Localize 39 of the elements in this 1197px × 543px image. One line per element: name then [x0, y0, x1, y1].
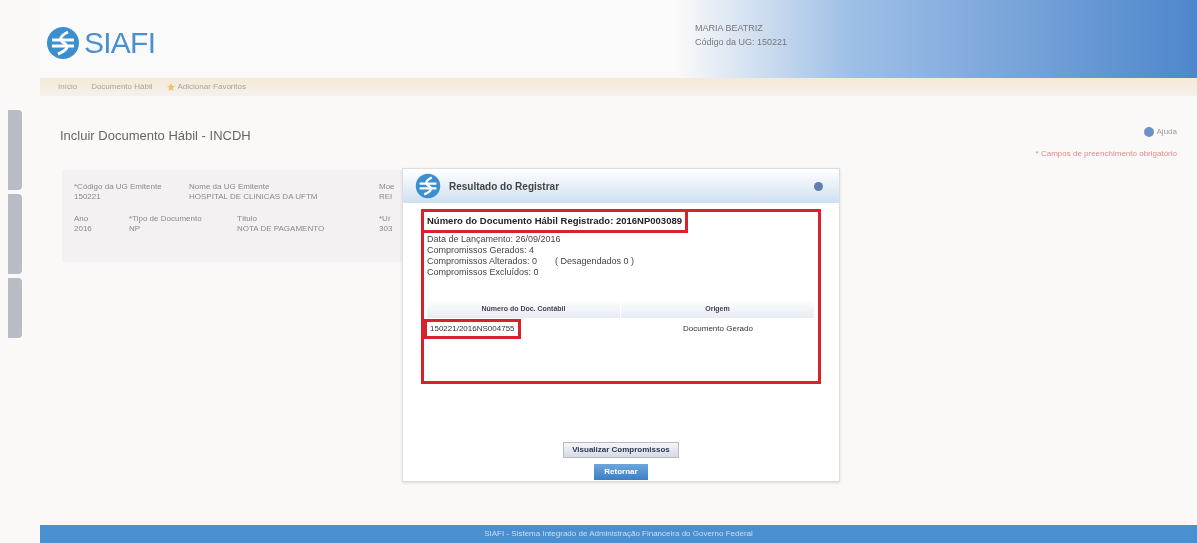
dialog-title: Resultado do Registrar [449, 179, 560, 194]
field-label: *Código da UG Emitente [74, 182, 163, 192]
help-link[interactable]: Ajuda [1143, 126, 1177, 138]
field-label: Título [237, 214, 258, 224]
side-tab[interactable] [8, 278, 22, 338]
breadcrumb-link[interactable]: Adicionar Favoritos [166, 81, 246, 93]
detail-text: Compromissos Alterados: 0 [427, 256, 538, 268]
side-tab[interactable] [8, 194, 22, 274]
logo-text: SIAFI [84, 25, 156, 61]
field-value: REI [379, 192, 394, 202]
dialog-button[interactable]: Visualizar Compromissos [563, 442, 679, 458]
user-name: MARIA BEATRIZ [695, 22, 764, 35]
field-value: 150221 [74, 192, 102, 202]
logo-icon [46, 25, 80, 60]
required-note: * Campos de preenchimento obrigatório [1035, 148, 1177, 160]
detail-text: Data de Lançamento: 26/09/2016 [427, 234, 561, 246]
document-number: Número do Documento Hábil Registrado: 2016NP003089 [421, 209, 688, 234]
detail-note: ( Desagendados 0 ) [555, 256, 635, 268]
logo-icon [415, 173, 441, 199]
field-label: Ano [74, 214, 90, 224]
footer-bar: SIAFI - Sistema Integrado de Administração Financeira do Governo Federal [40, 525, 1197, 543]
field-value: HOSPITAL DE CLINICAS DA UFTM [189, 192, 319, 202]
side-tab[interactable] [8, 110, 22, 190]
field-value: 303 [379, 224, 394, 234]
detail-text: Compromissos Excluídos: 0 [427, 267, 539, 279]
breadcrumb-link[interactable]: Início [58, 81, 78, 93]
table-cell: Documento Gerado [683, 323, 753, 336]
field-label: Nome da UG Emitente [189, 182, 271, 192]
field-value: NP [129, 224, 142, 234]
detail-text: Compromissos Gerados: 4 [427, 245, 535, 257]
field-label: *Tipo de Documento [129, 214, 203, 224]
breadcrumb-link[interactable]: Documento Hábil [91, 81, 153, 93]
field-label: Moe [379, 182, 396, 192]
page-title: Incluir Documento Hábil - INCDH [60, 127, 251, 145]
field-value: NOTA DE PAGAMENTO [237, 224, 326, 234]
user-ug: Código da UG: 150221 [695, 35, 788, 49]
dialog-button[interactable]: Retornar [594, 464, 648, 480]
table-cell: 150221/2016NS004755 [424, 319, 521, 340]
field-value: 2016 [74, 224, 93, 234]
